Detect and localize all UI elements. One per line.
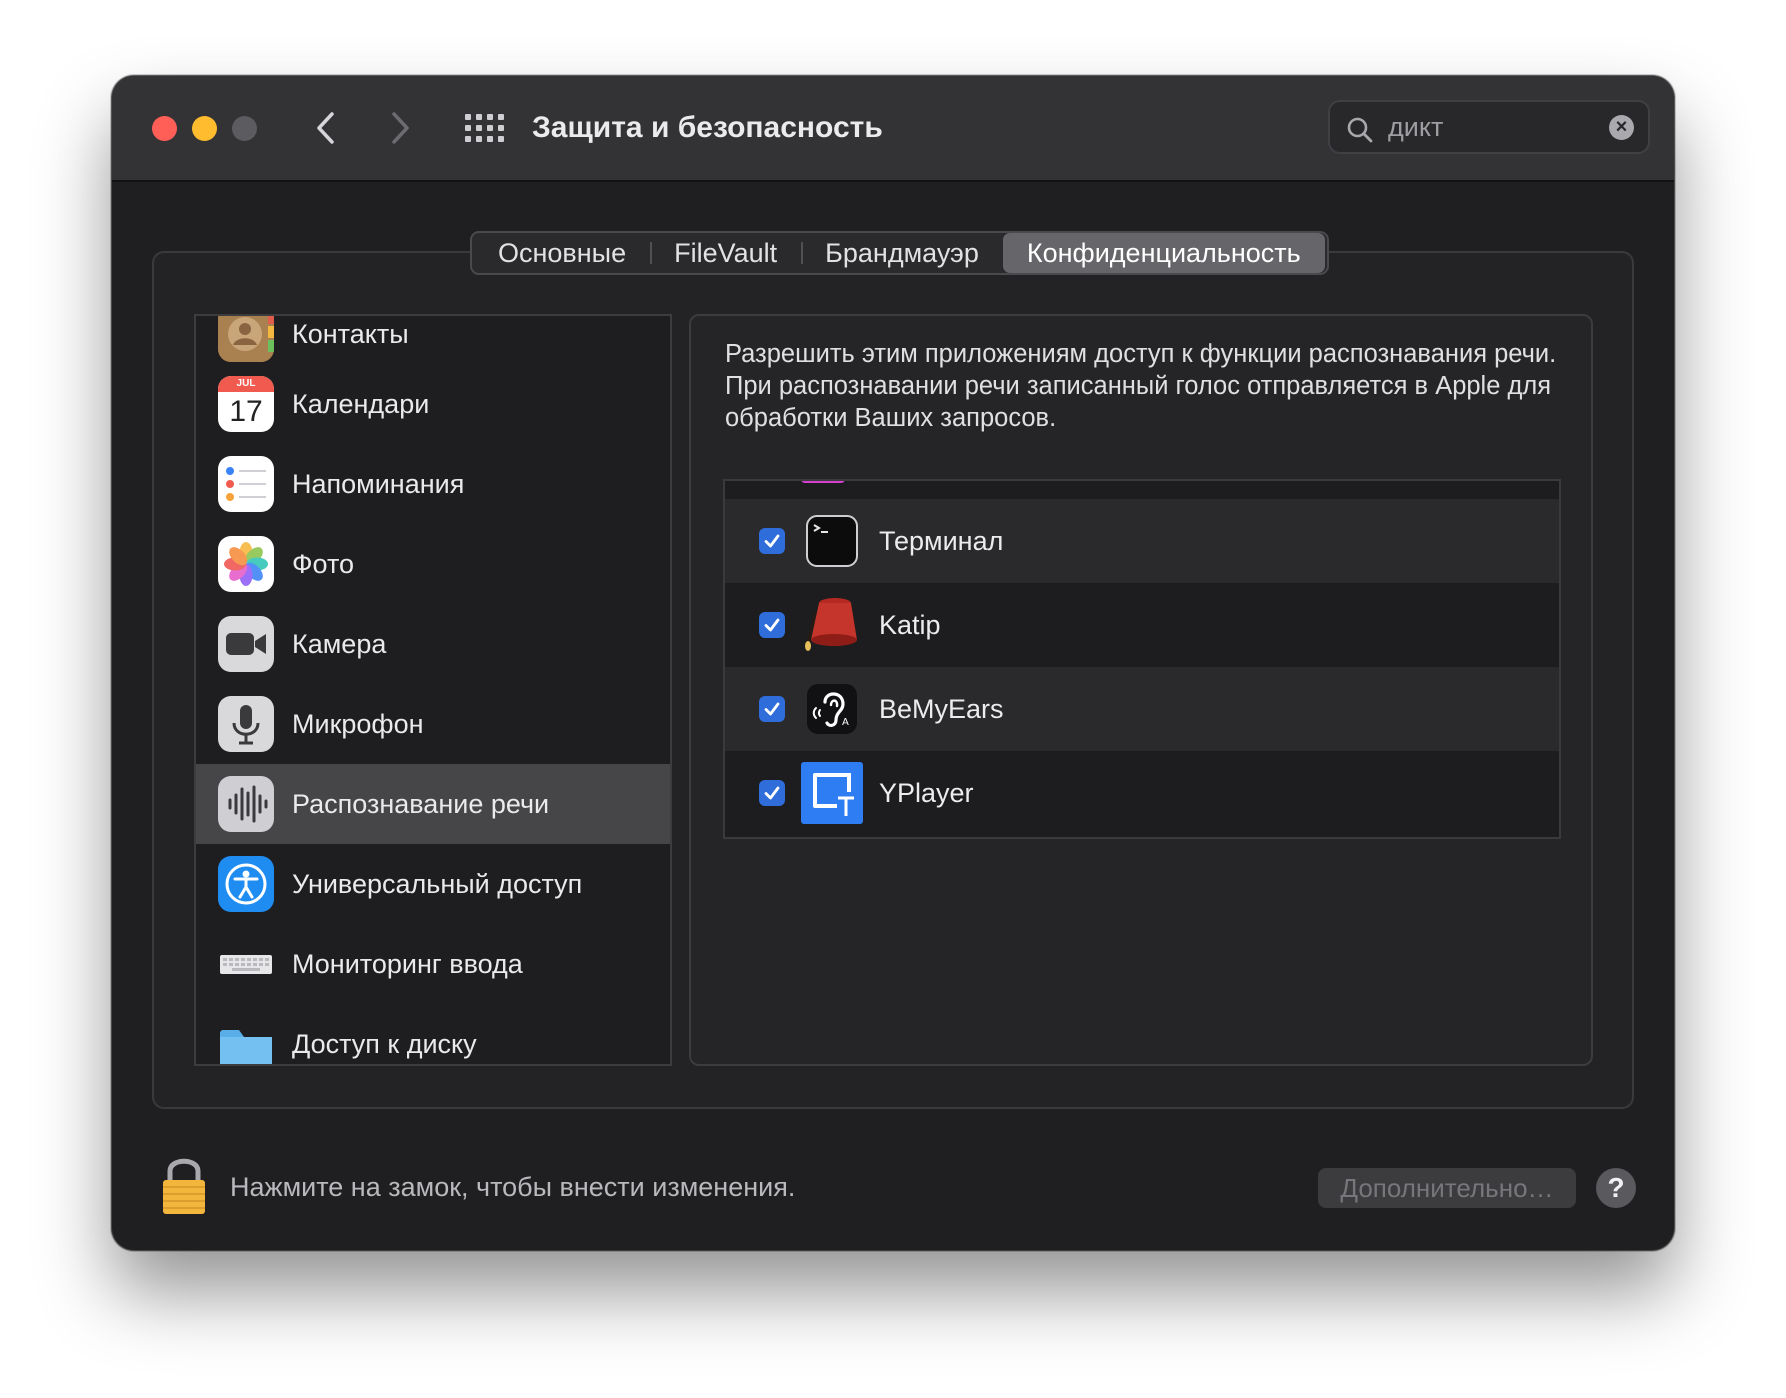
accessibility-icon xyxy=(218,856,274,912)
tab-general[interactable]: Основные xyxy=(474,233,650,273)
camera-icon xyxy=(218,616,274,672)
microphone-icon xyxy=(218,696,274,752)
folder-icon xyxy=(218,1016,274,1064)
privacy-category-list[interactable]: Контакты JUL 17 Календари Напоминания Фо… xyxy=(194,314,672,1066)
app-icon-partial xyxy=(801,481,845,483)
sidebar-item-label: Камера xyxy=(292,629,387,659)
sidebar-item-photos[interactable]: Фото xyxy=(196,524,670,604)
sidebar-item-label: Распознавание речи xyxy=(292,789,550,819)
speech-recognition-panel: Разрешить этим приложениям доступ к функ… xyxy=(689,314,1593,1066)
sidebar-item-label: Напоминания xyxy=(292,469,465,499)
photos-icon xyxy=(218,536,274,592)
sidebar-item-label: Универсальный доступ xyxy=(292,869,583,899)
app-row-katip: Katip xyxy=(725,583,1559,667)
forward-button[interactable] xyxy=(380,108,420,148)
list-item xyxy=(725,481,1559,499)
help-button[interactable]: ? xyxy=(1596,1168,1636,1208)
sidebar-item-input-monitoring[interactable]: Мониторинг ввода xyxy=(196,924,670,1004)
preferences-window: Защита и безопасность дикт × Основные Fi… xyxy=(112,76,1674,1250)
app-list[interactable]: Терминал Katip A BeMyEars YPlayer xyxy=(723,479,1561,839)
lock-icon xyxy=(163,1158,205,1214)
grid-icon xyxy=(464,114,471,120)
lock-button[interactable] xyxy=(160,1154,208,1216)
search-field[interactable]: дикт × xyxy=(1328,100,1650,154)
app-name: YPlayer xyxy=(879,778,974,808)
checkmark-icon xyxy=(764,786,780,800)
sidebar-item-label: Календари xyxy=(292,389,430,419)
app-name: Терминал xyxy=(879,526,1004,556)
sidebar-item-microphone[interactable]: Микрофон xyxy=(196,684,670,764)
app-name: BeMyEars xyxy=(879,694,1004,724)
speech-recognition-icon xyxy=(218,776,274,832)
app-row-bemyears: A BeMyEars xyxy=(725,667,1559,751)
checkmark-icon xyxy=(764,618,780,632)
keyboard-icon xyxy=(218,936,274,992)
tab-bar: Основные FileVault Брандмауэр Конфиденци… xyxy=(470,231,1329,275)
back-button[interactable] xyxy=(306,108,346,148)
contacts-icon xyxy=(218,316,274,362)
panel-description: Разрешить этим приложениям доступ к функ… xyxy=(725,340,1557,432)
yplayer-icon xyxy=(801,762,863,824)
close-button[interactable] xyxy=(152,116,177,141)
sidebar-item-label: Микрофон xyxy=(292,709,424,739)
calendar-day: 17 xyxy=(229,395,263,428)
title-bar: Защита и безопасность дикт × xyxy=(112,76,1674,182)
sidebar-item-label: Доступ к диску xyxy=(292,1029,477,1059)
sidebar-item-label: Мониторинг ввода xyxy=(292,949,523,979)
app-row-yplayer: YPlayer xyxy=(725,751,1559,835)
minimize-button[interactable] xyxy=(192,116,217,141)
show-all-button[interactable] xyxy=(464,110,504,146)
checkmark-icon xyxy=(764,534,780,548)
app-row-terminal: Терминал xyxy=(725,499,1559,583)
calendar-icon: JUL 17 xyxy=(218,376,274,432)
clear-icon[interactable]: × xyxy=(1609,115,1634,140)
advanced-button[interactable]: Дополнительно… xyxy=(1318,1168,1576,1208)
terminal-checkbox[interactable] xyxy=(759,528,785,554)
fez-icon xyxy=(801,594,863,656)
sidebar-item-accessibility[interactable]: Универсальный доступ xyxy=(196,844,670,924)
sidebar-item-calendars[interactable]: JUL 17 Календари xyxy=(196,364,670,444)
checkmark-icon xyxy=(764,702,780,716)
tab-filevault[interactable]: FileVault xyxy=(650,233,801,273)
yplayer-checkbox[interactable] xyxy=(759,780,785,806)
katip-checkbox[interactable] xyxy=(759,612,785,638)
chevron-right-icon xyxy=(392,112,409,144)
svg-text:A: A xyxy=(842,717,849,728)
search-input[interactable]: дикт xyxy=(1388,102,1443,152)
zoom-button[interactable] xyxy=(232,116,257,141)
sidebar-item-reminders[interactable]: Напоминания xyxy=(196,444,670,524)
terminal-icon xyxy=(801,510,863,572)
sidebar-item-speech-recognition[interactable]: Распознавание речи xyxy=(196,764,670,844)
calendar-month: JUL xyxy=(218,376,274,392)
ear-icon: A xyxy=(801,678,863,740)
sidebar-item-disk-access[interactable]: Доступ к диску xyxy=(196,1004,670,1064)
sidebar-item-camera[interactable]: Камера xyxy=(196,604,670,684)
lock-hint: Нажмите на замок, чтобы внести изменения… xyxy=(230,1172,796,1202)
tab-firewall[interactable]: Брандмауэр xyxy=(801,233,1003,273)
reminders-icon xyxy=(218,456,274,512)
search-icon xyxy=(1347,117,1373,143)
bemyears-checkbox[interactable] xyxy=(759,696,785,722)
tab-privacy[interactable]: Конфиденциальность xyxy=(1002,233,1325,273)
window-title: Защита и безопасность xyxy=(532,111,883,144)
app-name: Katip xyxy=(879,610,941,640)
sidebar-item-label: Фото xyxy=(292,549,355,579)
chevron-left-icon xyxy=(317,112,334,144)
